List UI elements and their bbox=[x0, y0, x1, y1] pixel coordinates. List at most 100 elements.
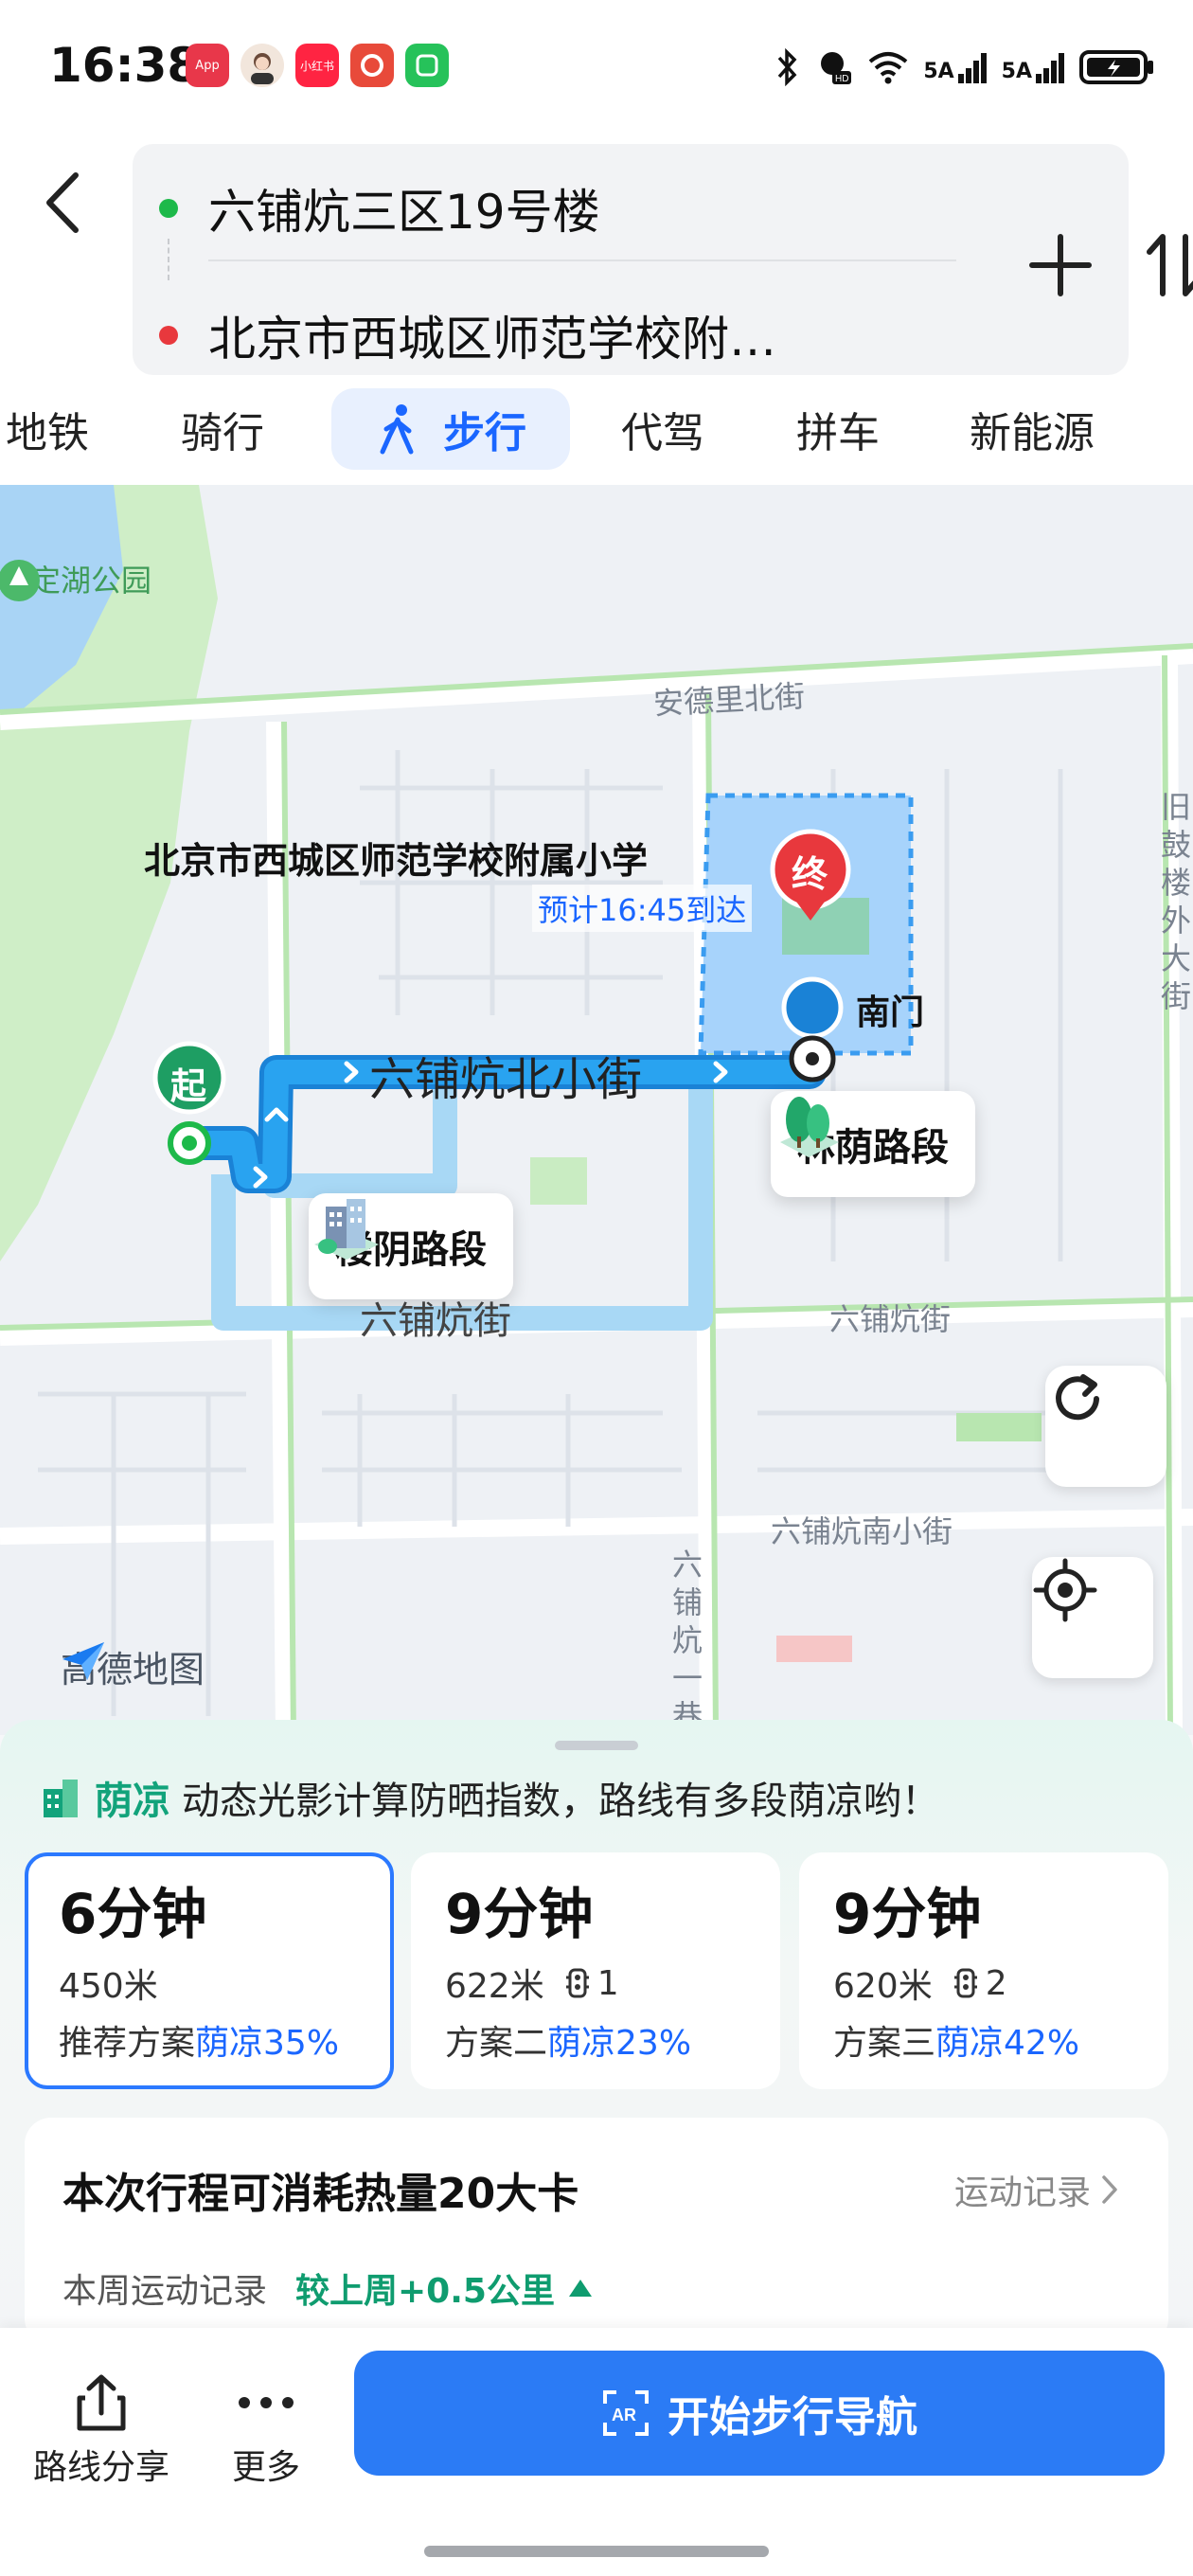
green-app-icon bbox=[405, 44, 449, 87]
plan-description: 方案二荫凉23% bbox=[445, 2024, 692, 2063]
calorie-title: 本次行程可消耗热量20大卡 bbox=[62, 2170, 579, 2218]
app-gallery-icon: App bbox=[186, 44, 229, 87]
transport-mode-tabs: 地铁 骑行 步行 代驾 拼车 新能源 bbox=[0, 388, 1193, 483]
plan-description: 推荐方案荫凉35% bbox=[59, 2024, 340, 2063]
origin-field[interactable]: 六铺炕三区19号楼 bbox=[159, 170, 600, 246]
refresh-button[interactable] bbox=[1045, 1366, 1166, 1487]
walking-icon bbox=[380, 404, 414, 455]
building-shade-callout[interactable]: 楼阴路段 bbox=[309, 1193, 513, 1299]
battery-icon bbox=[1079, 50, 1153, 84]
street-label-north: 安德里北街 bbox=[652, 677, 807, 723]
route-input-card: 六铺炕三区19号楼 北京市西城区师范学校附… bbox=[133, 144, 1193, 375]
traffic-light-icon bbox=[565, 1968, 589, 1998]
route-connector bbox=[168, 239, 169, 280]
tab-cycling[interactable]: 骑行 bbox=[161, 388, 284, 470]
park-icon bbox=[0, 560, 40, 601]
plan-time: 9分钟 bbox=[833, 1882, 982, 1946]
route-street-label: 六铺炕北小街 bbox=[369, 1053, 643, 1106]
more-icon bbox=[239, 2397, 294, 2408]
tab-walking[interactable]: 步行 bbox=[331, 388, 570, 470]
refresh-icon bbox=[1056, 1374, 1099, 1421]
park-label: 人定湖公园 bbox=[0, 557, 151, 601]
shade-segment-callout[interactable]: 林荫路段 bbox=[771, 1091, 975, 1197]
plan-distance: 620米 2 bbox=[833, 1963, 1007, 2007]
status-bar: 16:38 App 小红书 HD 5A 5A bbox=[0, 0, 1193, 133]
amap-logo-icon bbox=[62, 1642, 104, 1680]
swap-icon bbox=[1147, 234, 1193, 296]
route-sheet: 荫凉 动态光影计算防晒指数，路线有多段荫凉哟！ 6分钟 450米 推荐方案荫凉3… bbox=[0, 1720, 1193, 2345]
home-indicator[interactable] bbox=[424, 2546, 769, 2557]
plan-time: 9分钟 bbox=[445, 1882, 594, 1946]
end-marker: 终 bbox=[792, 853, 828, 895]
origin-text: 六铺炕三区19号楼 bbox=[208, 185, 600, 240]
weekly-record: 本周运动记录 较上周+0.5公里 bbox=[62, 2263, 595, 2313]
destination-name: 北京市西城区师范学校附属小学 bbox=[144, 840, 649, 882]
swap-route-button[interactable] bbox=[1136, 227, 1193, 303]
plan-card-2[interactable]: 9分钟 622米 1 方案二荫凉23% bbox=[411, 1852, 780, 2089]
shade-building-icon bbox=[44, 1780, 78, 1817]
weekly-delta: 较上周+0.5公里 bbox=[295, 2272, 555, 2311]
avatar-app-icon bbox=[240, 44, 284, 87]
hd-icon: HD bbox=[821, 52, 852, 84]
plan-distance: 622米 1 bbox=[445, 1963, 619, 2007]
map-canvas bbox=[0, 485, 1193, 1735]
chevron-right-icon bbox=[1102, 2175, 1117, 2204]
shade-tag: 荫凉 bbox=[95, 1780, 170, 1823]
signal-2: 5A bbox=[1002, 51, 1066, 83]
tree-icon bbox=[780, 1097, 839, 1157]
plan-time: 6分钟 bbox=[59, 1882, 207, 1946]
status-time: 16:38 bbox=[49, 38, 201, 93]
destination-text: 北京市西城区师范学校附… bbox=[208, 312, 776, 367]
wifi-icon bbox=[869, 52, 908, 84]
destination-field[interactable]: 北京市西城区师范学校附… bbox=[159, 297, 776, 373]
tab-new-energy[interactable]: 新能源 bbox=[947, 388, 1117, 470]
red-app-icon bbox=[350, 44, 394, 87]
back-button[interactable] bbox=[34, 165, 91, 241]
bottom-action-bar: 路线分享 更多 AR 开始步行导航 bbox=[0, 2328, 1193, 2576]
status-icons: HD 5A 5A bbox=[774, 44, 1155, 91]
street-label-far-south: 六铺炕南小街 bbox=[771, 1513, 953, 1549]
plus-icon bbox=[1029, 234, 1092, 296]
share-route-button[interactable]: 路线分享 bbox=[21, 2366, 182, 2489]
plan-card-1[interactable]: 6分钟 450米 推荐方案荫凉35% bbox=[25, 1852, 394, 2089]
share-icon bbox=[77, 2374, 126, 2431]
start-marker: 起 bbox=[170, 1065, 207, 1107]
locate-icon bbox=[1033, 1558, 1097, 1622]
tab-carpool[interactable]: 拼车 bbox=[776, 388, 899, 470]
exercise-record-link[interactable]: 运动记录 bbox=[954, 2165, 1119, 2214]
calorie-card: 本次行程可消耗热量20大卡 运动记录 本周运动记录 较上周+0.5公里 bbox=[25, 2118, 1168, 2345]
divider bbox=[208, 259, 956, 261]
svg-text:HD: HD bbox=[835, 74, 848, 84]
origin-dot bbox=[159, 199, 178, 218]
signal-1: 5A bbox=[923, 51, 988, 83]
destination-dot bbox=[159, 326, 178, 345]
shade-tip-text: 动态光影计算防晒指数，路线有多段荫凉哟！ bbox=[182, 1780, 939, 1823]
start-walking-navigation-button[interactable]: AR 开始步行导航 bbox=[354, 2351, 1165, 2476]
plan-description: 方案三荫凉42% bbox=[833, 2024, 1080, 2063]
shade-tip: 荫凉 动态光影计算防晒指数，路线有多段荫凉哟！ bbox=[40, 1758, 939, 1837]
xiaohongshu-icon: 小红书 bbox=[295, 44, 339, 87]
tab-subway[interactable]: 地铁 bbox=[0, 388, 104, 470]
street-label-right-edge: 旧鼓楼外大街 bbox=[1161, 789, 1192, 1014]
traffic-light-icon bbox=[953, 1968, 977, 1998]
ar-icon: AR bbox=[603, 2390, 649, 2436]
map-brand: 高德地图 bbox=[61, 1640, 205, 1692]
map-view[interactable]: 人定湖公园 安德里北街 六铺炕街 六铺炕街 六铺炕南小街 六铺炕一巷 旧鼓楼外大… bbox=[0, 485, 1193, 1735]
locate-button[interactable] bbox=[1032, 1557, 1153, 1678]
gate-label: 南门 bbox=[856, 993, 925, 1032]
up-triangle-icon bbox=[568, 2280, 592, 2297]
building-icon bbox=[314, 1199, 379, 1260]
sheet-drag-handle[interactable] bbox=[555, 1741, 638, 1750]
street-label-vertical: 六铺炕一巷 bbox=[672, 1547, 703, 1734]
plan-card-3[interactable]: 9分钟 620米 2 方案三荫凉42% bbox=[799, 1852, 1168, 2089]
tab-driver[interactable]: 代驾 bbox=[606, 388, 720, 470]
street-label-south-right: 六铺炕街 bbox=[829, 1301, 952, 1337]
chevron-left-icon bbox=[46, 172, 79, 233]
eta-label: 预计16:45到达 bbox=[532, 885, 753, 932]
bluetooth-icon bbox=[778, 48, 797, 86]
add-waypoint-button[interactable] bbox=[1023, 227, 1098, 303]
route-header: 六铺炕三区19号楼 北京市西城区师范学校附… 地铁 骑行 步行 代驾 拼车 新能… bbox=[0, 133, 1193, 492]
plan-distance: 450米 bbox=[59, 1967, 158, 2006]
more-button[interactable]: 更多 bbox=[186, 2366, 347, 2489]
svg-text:AR: AR bbox=[612, 2406, 636, 2424]
